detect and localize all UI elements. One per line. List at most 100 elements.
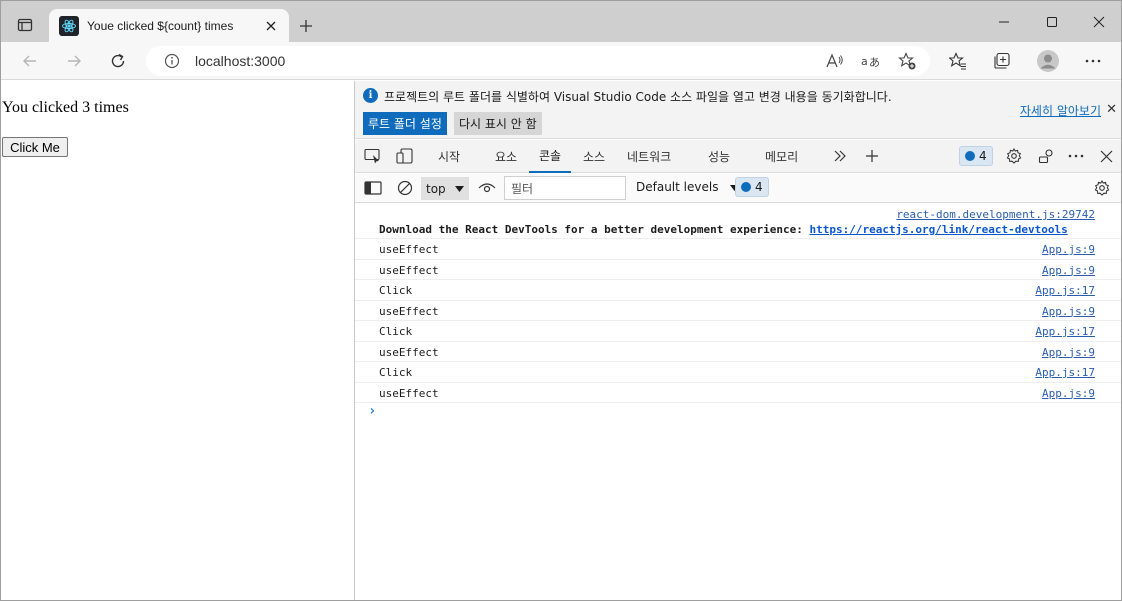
maximize-icon — [1047, 17, 1057, 27]
add-favorite-button[interactable] — [895, 50, 919, 72]
infobar-message: 프로젝트의 루트 폴더를 식별하여 Visual Studio Code 소스 … — [384, 90, 892, 104]
chevron-right-icon: › — [368, 403, 377, 419]
filter-input[interactable]: 필터 — [504, 176, 626, 200]
favorites-button[interactable] — [943, 47, 973, 75]
new-tab-button[interactable] — [293, 13, 319, 39]
console-settings-button[interactable] — [1090, 177, 1114, 199]
log-entry: Click App.js:17 — [355, 321, 1121, 342]
tab-console[interactable]: 콘솔 — [529, 140, 572, 173]
tab-sources[interactable]: 소스 — [583, 140, 605, 173]
svg-text:あ: あ — [869, 56, 880, 69]
forward-button[interactable] — [59, 47, 89, 75]
add-tool-button[interactable] — [860, 145, 884, 167]
message-icon — [965, 151, 975, 161]
clear-icon — [397, 180, 413, 196]
settings-menu-button[interactable] — [1078, 47, 1108, 75]
url-text[interactable]: localhost:3000 — [195, 53, 285, 69]
devtools-settings-button[interactable] — [1002, 145, 1026, 167]
tab-memory[interactable]: 메모리 — [765, 140, 798, 173]
read-aloud-button[interactable] — [823, 50, 847, 72]
dont-show-again-button[interactable]: 다시 표시 안 함 — [454, 112, 542, 135]
click-me-button[interactable]: Click Me — [2, 137, 68, 157]
tab-performance[interactable]: 성능 — [708, 140, 730, 173]
browser-tab[interactable]: Youe clicked ${count} times — [49, 9, 289, 42]
react-devtools-link[interactable]: https://reactjs.org/link/react-devtools — [809, 223, 1067, 236]
tab-network[interactable]: 네트워크 — [627, 140, 671, 173]
messages-badge[interactable]: 4 — [735, 177, 769, 197]
log-source-link[interactable]: App.js:17 — [1035, 366, 1095, 379]
tab-welcome[interactable]: 시작 — [438, 140, 460, 173]
sidebar-icon — [364, 181, 382, 195]
star-plus-icon — [898, 52, 916, 70]
learn-more-link[interactable]: 자세히 알아보기 — [1020, 102, 1101, 119]
log-source-link[interactable]: App.js:9 — [1042, 346, 1095, 359]
device-icon — [396, 148, 413, 164]
devtools-panel: i 프로젝트의 루트 폴더를 식별하여 Visual Studio Code 소… — [354, 81, 1121, 600]
maximize-button[interactable] — [1037, 9, 1067, 35]
plus-icon — [300, 20, 312, 32]
gear-icon — [1006, 148, 1022, 164]
log-levels-dropdown[interactable]: Default levels — [636, 180, 740, 194]
tab-elements[interactable]: 요소 — [495, 140, 517, 173]
react-logo-icon — [59, 15, 79, 36]
set-root-folder-button[interactable]: 루트 폴더 설정 — [363, 112, 447, 135]
log-entry: Click App.js:17 — [355, 280, 1121, 301]
tab-actions-button[interactable] — [9, 9, 41, 41]
clear-console-button[interactable] — [393, 177, 417, 199]
minimize-icon — [999, 21, 1009, 23]
console-prompt[interactable]: › — [355, 403, 1121, 424]
info-icon[interactable] — [164, 53, 180, 69]
log-message: useEffect — [379, 304, 439, 318]
log-entry: react-dom.development.js:29742 Download … — [355, 205, 1121, 239]
collections-icon — [994, 52, 1010, 69]
live-expression-button[interactable] — [475, 177, 499, 199]
devtools-close-button[interactable] — [1094, 145, 1118, 167]
address-bar[interactable]: localhost:3000 aあ — [146, 46, 930, 76]
messages-count: 4 — [755, 180, 763, 194]
log-message: Download the React DevTools for a better… — [379, 223, 1068, 236]
infobar-close-button[interactable]: ✕ — [1106, 102, 1117, 117]
more-tabs-button[interactable] — [828, 145, 852, 167]
connections-button[interactable] — [1034, 145, 1058, 167]
console-sidebar-button[interactable] — [361, 177, 385, 199]
log-entry: useEffect App.js:9 — [355, 239, 1121, 260]
context-selector[interactable]: top — [421, 177, 469, 200]
minimize-button[interactable] — [989, 9, 1019, 35]
log-message: Click — [379, 366, 413, 379]
favorites-icon — [949, 52, 966, 70]
log-entry: useEffect App.js:9 — [355, 260, 1121, 280]
issues-count: 4 — [979, 149, 987, 163]
log-entry: useEffect App.js:9 — [355, 301, 1121, 321]
close-icon — [1093, 16, 1105, 28]
back-button[interactable] — [15, 47, 45, 75]
issues-badge[interactable]: 4 — [959, 146, 993, 166]
devtools-more-button[interactable] — [1064, 145, 1088, 167]
collections-button[interactable] — [987, 47, 1017, 75]
log-source-link[interactable]: App.js:17 — [1035, 325, 1095, 338]
console-log: react-dom.development.js:29742 Download … — [355, 205, 1121, 424]
profile-button[interactable] — [1033, 47, 1063, 75]
log-source-link[interactable]: App.js:9 — [1042, 264, 1095, 277]
window-close-button[interactable] — [1084, 9, 1114, 35]
tab-close-button[interactable] — [261, 16, 281, 36]
log-source-link[interactable]: App.js:9 — [1042, 243, 1095, 256]
inspect-element-button[interactable] — [361, 145, 385, 167]
tab-strip: Youe clicked ${count} times — [1, 1, 1121, 42]
log-message: Click — [379, 284, 413, 297]
log-source-link[interactable]: App.js:9 — [1042, 305, 1095, 318]
log-message: useEffect — [379, 386, 439, 400]
console-toolbar: top 필터 Default levels 4 — [355, 174, 1121, 203]
translate-button[interactable]: aあ — [859, 50, 883, 72]
log-message: useEffect — [379, 263, 439, 277]
tab-actions-icon — [17, 18, 33, 32]
device-emulation-button[interactable] — [393, 145, 417, 167]
log-source-link[interactable]: react-dom.development.js:29742 — [896, 208, 1095, 221]
context-value: top — [426, 181, 446, 196]
log-source-link[interactable]: App.js:9 — [1042, 387, 1095, 400]
log-source-link[interactable]: App.js:17 — [1035, 284, 1095, 297]
log-entry: useEffect App.js:9 — [355, 383, 1121, 403]
svg-text:a: a — [861, 55, 868, 68]
devtools-tabbar: 시작 요소 콘솔 소스 네트워크 성능 메모리 4 — [355, 140, 1121, 173]
refresh-button[interactable] — [103, 47, 133, 75]
browser-toolbar: localhost:3000 aあ — [1, 42, 1121, 80]
